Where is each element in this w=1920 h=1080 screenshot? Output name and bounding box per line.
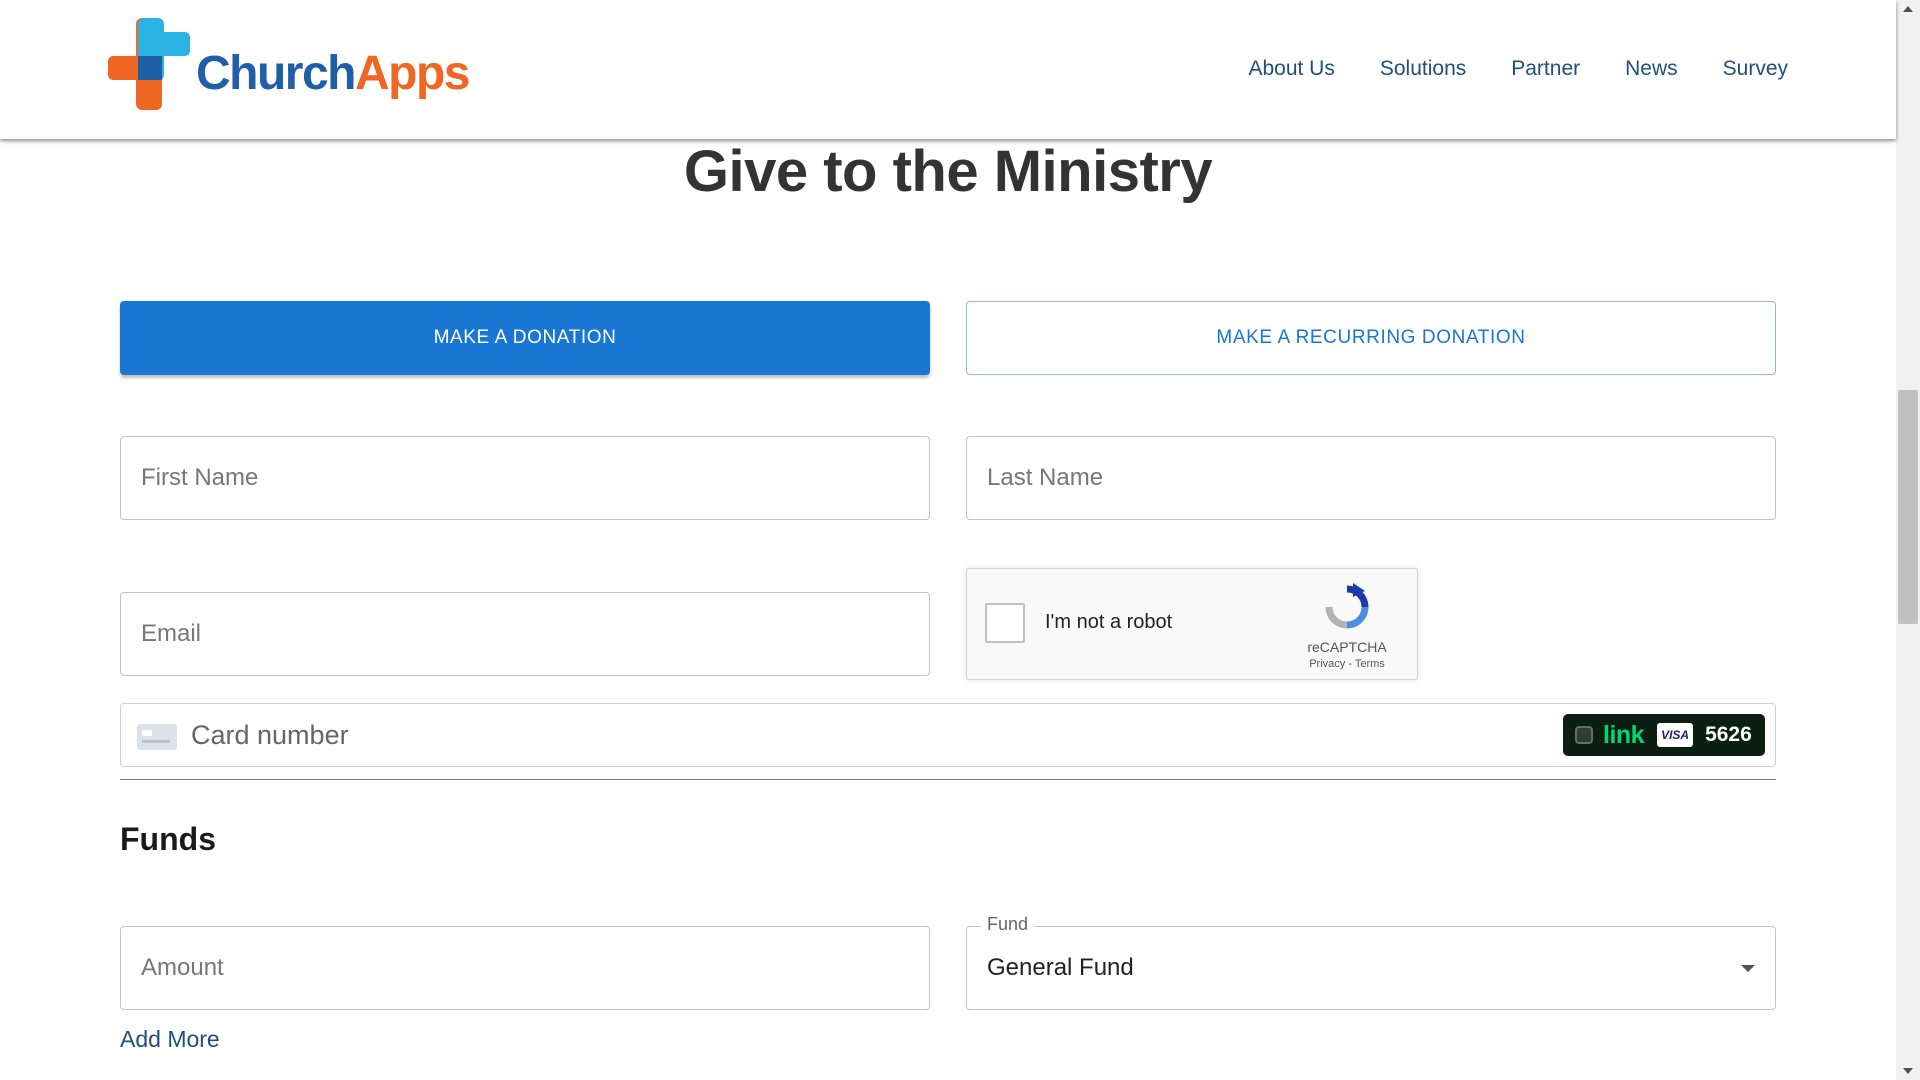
- scrollbar-thumb[interactable]: [1898, 390, 1918, 624]
- site-header: ChurchApps About Us Solutions Partner Ne…: [0, 0, 1896, 139]
- page-scrollbar[interactable]: [1896, 0, 1920, 1080]
- dropdown-caret-icon: [1741, 965, 1755, 972]
- nav-news[interactable]: News: [1625, 57, 1678, 81]
- card-number-placeholder: Card number: [191, 720, 349, 750]
- link-autofill-badge[interactable]: link VISA 5626: [1563, 714, 1765, 756]
- link-checkbox-icon: [1575, 726, 1593, 744]
- add-more-link[interactable]: Add More: [120, 1026, 220, 1053]
- first-name-field[interactable]: First Name: [120, 436, 930, 520]
- make-donation-button[interactable]: MAKE A DONATION: [120, 301, 930, 375]
- brand-name: ChurchApps: [196, 47, 471, 100]
- recaptcha-icon: [1325, 583, 1369, 629]
- main-nav: About Us Solutions Partner News Survey: [1248, 57, 1788, 81]
- cross-logo-icon: [108, 18, 190, 110]
- scroll-up-icon[interactable]: [1903, 6, 1913, 12]
- visa-icon: VISA: [1657, 723, 1694, 747]
- make-recurring-donation-button[interactable]: MAKE A RECURRING DONATION: [966, 301, 1776, 375]
- nav-survey[interactable]: Survey: [1723, 57, 1788, 81]
- last-name-field[interactable]: Last Name: [966, 436, 1776, 520]
- section-divider: [120, 779, 1776, 780]
- fund-value: General Fund: [987, 954, 1134, 981]
- card-last4: 5626: [1705, 723, 1752, 746]
- page-title: Give to the Ministry: [683, 139, 1213, 204]
- email-placeholder: Email: [141, 620, 202, 647]
- nav-solutions[interactable]: Solutions: [1380, 57, 1466, 81]
- email-field[interactable]: Email: [120, 592, 930, 676]
- first-name-placeholder: First Name: [141, 464, 259, 491]
- fund-select[interactable]: Fund General Fund: [966, 914, 1776, 1010]
- recaptcha-widget: I'm not a robot reCAPTCHA Privacy - Term…: [966, 568, 1418, 680]
- nav-partner[interactable]: Partner: [1511, 57, 1580, 81]
- card-number-field[interactable]: Card number link VISA 5626: [120, 703, 1776, 767]
- scroll-down-icon[interactable]: [1903, 1068, 1913, 1074]
- recaptcha-links[interactable]: Privacy - Terms: [1267, 658, 1427, 670]
- recaptcha-checkbox[interactable]: [985, 603, 1025, 643]
- funds-heading: Funds: [120, 821, 216, 857]
- link-wordmark: link: [1603, 720, 1645, 749]
- amount-field[interactable]: Amount: [120, 926, 930, 1010]
- recaptcha-label: I'm not a robot: [1045, 611, 1173, 633]
- last-name-placeholder: Last Name: [987, 464, 1104, 491]
- credit-card-icon: [137, 724, 177, 750]
- churchapps-logo[interactable]: ChurchApps: [108, 18, 471, 114]
- nav-about-us[interactable]: About Us: [1248, 57, 1334, 81]
- amount-placeholder: Amount: [141, 954, 224, 981]
- recaptcha-brand: reCAPTCHA: [1307, 639, 1387, 655]
